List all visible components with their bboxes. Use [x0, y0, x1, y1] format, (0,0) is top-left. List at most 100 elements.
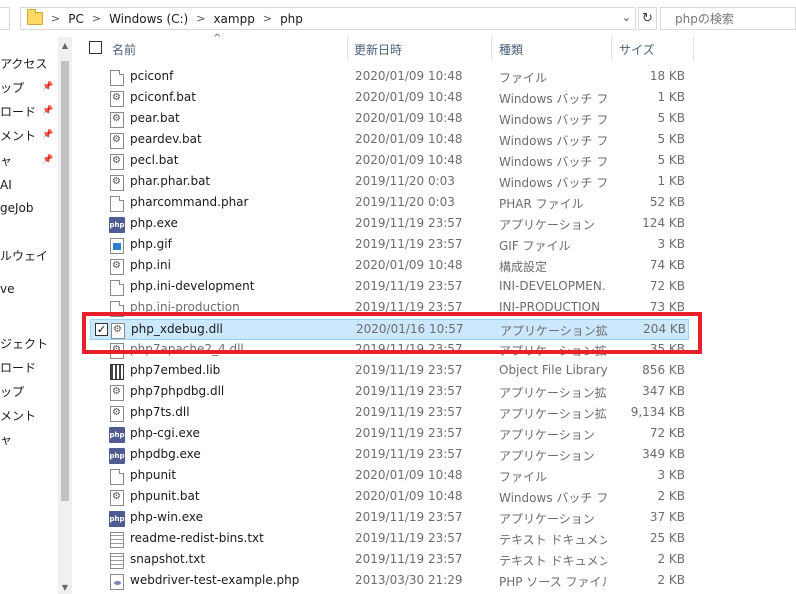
file-row[interactable]: snapshot.txt 2019/11/19 23:57 テキスト ドキュメント 2…: [90, 550, 689, 571]
sort-ascending-icon: ^: [213, 33, 222, 44]
nav-item[interactable]: ャ: [0, 429, 12, 451]
nav-item[interactable]: メント: [0, 405, 36, 427]
file-file-icon: [110, 70, 124, 86]
file-type: INI-PRODUCTION: [499, 300, 601, 314]
file-type: INI-DEVELOPMEN...: [499, 279, 607, 293]
header-divider[interactable]: [347, 37, 348, 61]
file-row[interactable]: pecl.bat 2020/01/09 10:48 Windows バッチ ファ..…: [90, 151, 689, 172]
chevron-right-icon[interactable]: >: [196, 12, 205, 25]
header-type[interactable]: 種類: [499, 41, 523, 58]
refresh-icon[interactable]: ↻: [638, 7, 657, 30]
nav-item[interactable]: ロード: [0, 357, 36, 379]
breadcrumb-drive[interactable]: Windows (C:): [109, 12, 188, 26]
nav-item[interactable]: ロード: [0, 101, 36, 123]
file-row[interactable]: phpunit.bat 2020/01/09 10:48 Windows バッチ フ…: [90, 487, 689, 508]
nav-item[interactable]: ジェクト: [0, 333, 48, 355]
nav-item[interactable]: ルウェイ: [0, 245, 48, 267]
file-row[interactable]: php.ini-development 2019/11/19 23:57 INI-D…: [90, 277, 689, 298]
chevron-down-icon[interactable]: ⌄: [622, 11, 631, 24]
back-nav-edge[interactable]: [0, 7, 10, 30]
file-row[interactable]: php7ts.dll 2019/11/19 23:57 アプリケーション拡張 9,13…: [90, 403, 689, 424]
breadcrumb-php[interactable]: php: [280, 12, 303, 26]
nav-item[interactable]: AI: [0, 174, 12, 196]
file-row[interactable]: phpunit 2020/01/09 10:48 ファイル 3 KB: [90, 466, 689, 487]
header-size[interactable]: サイズ: [619, 41, 655, 58]
file-size: 124 KB: [642, 216, 685, 230]
chevron-right-icon[interactable]: >: [51, 12, 60, 25]
address-bar[interactable]: > PC > Windows (C:) > xampp > php ⌄: [20, 7, 636, 30]
file-row[interactable]: php7apache2_4.dll 2019/11/19 23:57 アプリケーショ…: [90, 340, 689, 361]
file-name: php_xdebug.dll: [131, 322, 223, 336]
file-row[interactable]: pear.bat 2020/01/09 10:48 Windows バッチ ファ..…: [90, 109, 689, 130]
file-row[interactable]: php php-cgi.exe 2019/11/19 23:57 アプリケーション 72…: [90, 424, 689, 445]
chevron-right-icon[interactable]: >: [92, 12, 101, 25]
file-row[interactable]: pciconf 2020/01/09 10:48 ファイル 18 KB: [90, 67, 689, 88]
nav-scroll-thumb[interactable]: [61, 61, 69, 501]
file-file-icon: [110, 280, 124, 296]
search-input[interactable]: phpの検索: [660, 7, 796, 30]
file-name: readme-redist-bins.txt: [130, 531, 264, 545]
breadcrumb-pc[interactable]: PC: [68, 12, 84, 26]
file-row[interactable]: pciconf.bat 2020/01/09 10:48 Windows バッチ フ…: [90, 88, 689, 109]
nav-item[interactable]: ップ: [0, 381, 24, 403]
file-row[interactable]: ✓ php_xdebug.dll 2020/01/16 10:57 アプリケーション拡…: [90, 319, 689, 340]
file-row[interactable]: peardev.bat 2020/01/09 10:48 Windows バッチ フ…: [90, 130, 689, 151]
file-date: 2020/01/09 10:48: [355, 258, 463, 272]
file-type: Windows バッチ ファ...: [499, 92, 607, 106]
header-divider[interactable]: [693, 37, 694, 61]
file-row[interactable]: php.gif 2019/11/19 23:57 GIF ファイル 3 KB: [90, 235, 689, 256]
nav-item[interactable]: メント: [0, 125, 36, 147]
file-row[interactable]: php7embed.lib 2019/11/19 23:57 Object File…: [90, 361, 689, 382]
file-row[interactable]: php.ini 2020/01/09 10:48 構成設定 74 KB: [90, 256, 689, 277]
file-row[interactable]: php php.exe 2019/11/19 23:57 アプリケーション 124 KB: [90, 214, 689, 235]
file-row[interactable]: readme-redist-bins.txt 2019/11/19 23:57 テキ…: [90, 529, 689, 550]
nav-item[interactable]: ャ: [0, 150, 12, 172]
file-row[interactable]: php7phpdbg.dll 2019/11/19 23:57 アプリケーション拡張…: [90, 382, 689, 403]
file-size: 1 KB: [657, 174, 685, 188]
txt-file-icon: [110, 532, 124, 548]
nav-item[interactable]: ve: [0, 278, 14, 300]
gear-file-icon: [110, 490, 124, 506]
gear-file-icon: [110, 154, 124, 170]
header-divider[interactable]: [611, 37, 612, 61]
file-row[interactable]: php php-win.exe 2019/11/19 23:57 アプリケーション 37…: [90, 508, 689, 529]
file-size: 72 KB: [649, 426, 685, 440]
file-name: webdriver-test-example.php: [130, 573, 300, 587]
file-date: 2019/11/20 0:03: [355, 195, 455, 209]
scroll-up-icon[interactable]: ▲: [58, 41, 72, 50]
php-file-icon: php: [109, 427, 125, 443]
file-type: Windows バッチ ファ...: [499, 176, 607, 190]
file-date: 2019/11/19 23:57: [355, 384, 463, 398]
file-date: 2019/11/19 23:57: [355, 216, 463, 230]
file-row[interactable]: pharcommand.phar 2019/11/20 0:03 PHAR ファイル…: [90, 193, 689, 214]
nav-item[interactable]: アクセス: [0, 53, 47, 75]
file-file-icon: [110, 196, 124, 212]
nav-item[interactable]: geJob: [0, 197, 34, 219]
file-name: peardev.bat: [130, 132, 202, 146]
nav-scrollbar[interactable]: ▲ ▼: [58, 37, 72, 594]
file-row[interactable]: php.ini-production 2019/11/19 23:57 INI-PR…: [90, 298, 689, 319]
file-date: 2019/11/19 23:57: [355, 363, 463, 377]
file-name: php-win.exe: [130, 510, 204, 524]
file-size: 72 KB: [649, 279, 685, 293]
row-checkbox[interactable]: ✓: [95, 323, 108, 336]
header-divider[interactable]: [491, 37, 492, 61]
header-date[interactable]: 更新日時: [354, 41, 402, 58]
file-type: PHAR ファイル: [499, 197, 584, 211]
file-date: 2013/03/30 21:29: [355, 573, 463, 587]
file-size: 2 KB: [657, 489, 685, 503]
file-row[interactable]: webdriver-test-example.php 2013/03/30 21:…: [90, 571, 689, 592]
header-name[interactable]: 名前: [112, 41, 136, 58]
file-date: 2020/01/09 10:48: [355, 468, 463, 482]
breadcrumb-xampp[interactable]: xampp: [213, 12, 254, 26]
file-row[interactable]: phar.phar.bat 2019/11/20 0:03 Windows バッチ …: [90, 172, 689, 193]
nav-item[interactable]: ップ: [0, 77, 24, 99]
file-type: テキスト ドキュメント: [499, 554, 607, 568]
file-name: php7phpdbg.dll: [130, 384, 225, 398]
scroll-down-icon[interactable]: ▼: [58, 583, 72, 592]
file-type: Windows バッチ ファ...: [499, 113, 607, 127]
select-all-checkbox[interactable]: [89, 41, 102, 54]
file-row[interactable]: php phpdbg.exe 2019/11/19 23:57 アプリケーション 349…: [90, 445, 689, 466]
chevron-right-icon[interactable]: >: [263, 12, 272, 25]
file-name: php.ini: [130, 258, 171, 272]
